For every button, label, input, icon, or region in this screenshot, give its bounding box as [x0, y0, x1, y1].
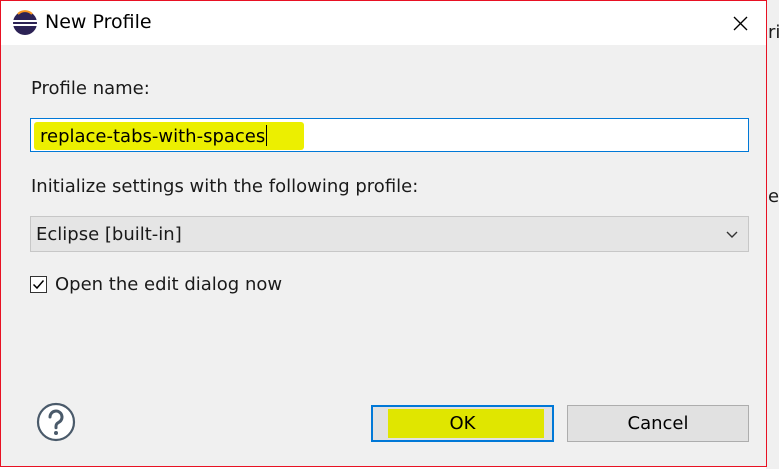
- profile-select-value: Eclipse [built-in]: [36, 224, 182, 245]
- dialog-title: New Profile: [45, 11, 152, 33]
- background-text-fragment: e: [768, 186, 779, 207]
- new-profile-dialog: New Profile Profile name: replace-tabs-w…: [0, 0, 767, 467]
- cancel-button[interactable]: Cancel: [567, 405, 749, 442]
- profile-name-label: Profile name:: [31, 78, 150, 99]
- ok-button-label: OK: [449, 413, 476, 434]
- profile-name-value-wrap: replace-tabs-with-spaces: [40, 125, 268, 147]
- title-bar: New Profile: [1, 1, 766, 45]
- open-edit-label[interactable]: Open the edit dialog now: [55, 274, 282, 295]
- close-icon: [733, 16, 747, 30]
- profile-select[interactable]: Eclipse [built-in]: [30, 216, 749, 252]
- profile-name-value: replace-tabs-with-spaces: [40, 126, 266, 147]
- help-button[interactable]: [36, 402, 76, 442]
- close-button[interactable]: [722, 5, 758, 41]
- help-icon: [36, 402, 76, 442]
- open-edit-checkbox[interactable]: [30, 276, 47, 293]
- eclipse-icon: [13, 10, 37, 35]
- cancel-button-label: Cancel: [627, 413, 689, 434]
- background-window: ri e: [766, 0, 779, 469]
- checkmark-icon: [32, 280, 45, 290]
- background-text-fragment: ri: [768, 22, 779, 43]
- text-caret: [266, 125, 268, 146]
- chevron-down-icon: [726, 231, 738, 238]
- profile-name-input[interactable]: replace-tabs-with-spaces: [30, 118, 749, 152]
- initialize-settings-label: Initialize settings with the following p…: [31, 176, 419, 197]
- ok-button[interactable]: OK: [371, 405, 554, 442]
